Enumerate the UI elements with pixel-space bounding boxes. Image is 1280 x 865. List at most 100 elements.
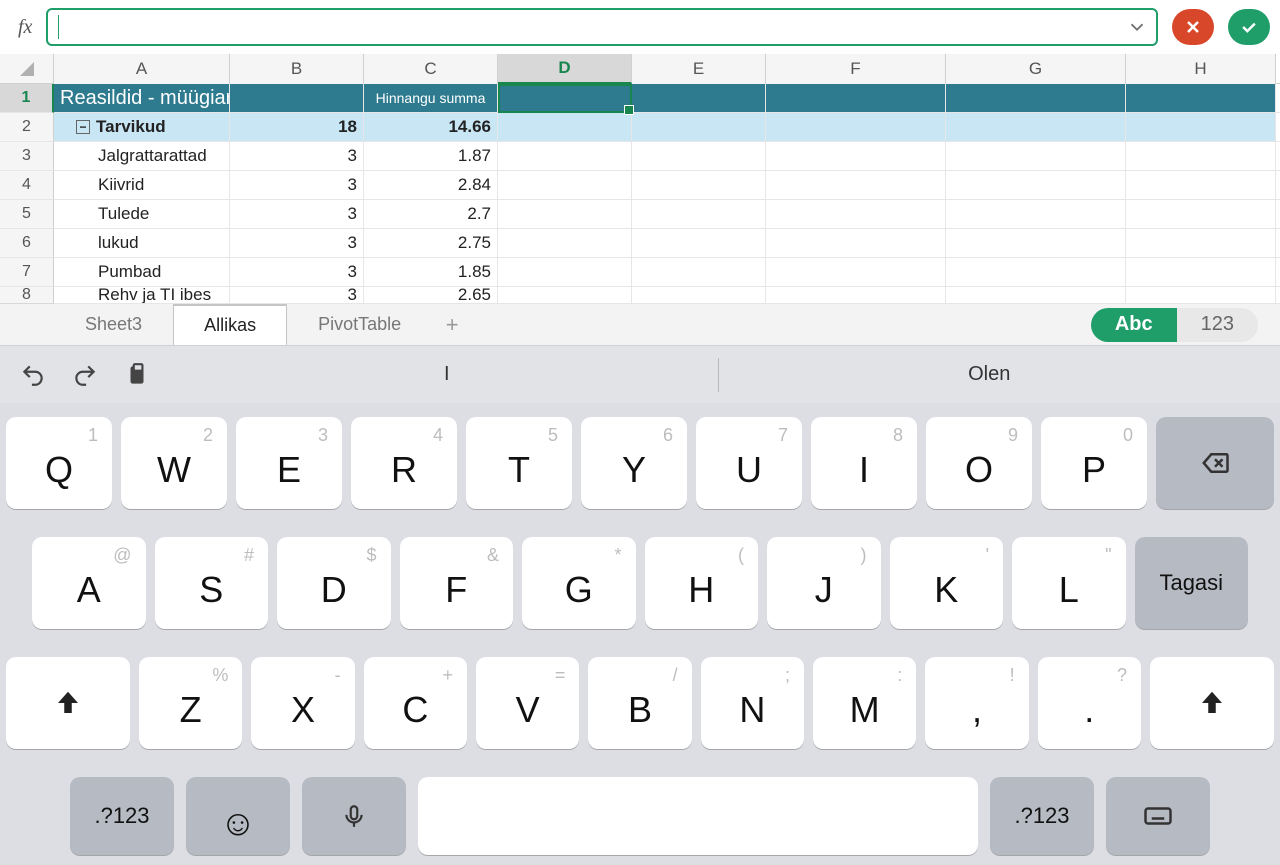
cell[interactable] <box>946 113 1126 141</box>
cell[interactable] <box>498 229 632 257</box>
cells-grid[interactable]: Reasildid - müügiarv Hinnangu summa −Tar… <box>54 84 1280 304</box>
cell[interactable] <box>632 258 766 286</box>
row-header-4[interactable]: 4 <box>0 171 54 200</box>
cell[interactable] <box>946 229 1126 257</box>
accept-button[interactable] <box>1228 9 1270 45</box>
cell[interactable] <box>766 287 946 303</box>
key-.[interactable]: ?. <box>1038 657 1141 749</box>
key-C[interactable]: +C <box>364 657 467 749</box>
col-header-H[interactable]: H <box>1126 54 1276 84</box>
key-L[interactable]: "L <box>1012 537 1126 629</box>
key-Z[interactable]: %Z <box>139 657 242 749</box>
cell[interactable] <box>946 142 1126 170</box>
cell[interactable] <box>632 287 766 303</box>
cell[interactable] <box>632 200 766 228</box>
cell[interactable] <box>632 171 766 199</box>
cancel-button[interactable] <box>1172 9 1214 45</box>
key-F[interactable]: &F <box>400 537 514 629</box>
cell[interactable]: 3 <box>230 258 364 286</box>
row-header-7[interactable]: 7 <box>0 258 54 287</box>
clipboard-icon[interactable] <box>124 362 150 388</box>
cell[interactable] <box>946 200 1126 228</box>
key-mic[interactable] <box>302 777 406 855</box>
cell[interactable] <box>1126 258 1276 286</box>
cell[interactable] <box>1126 229 1276 257</box>
col-header-B[interactable]: B <box>230 54 364 84</box>
key-E[interactable]: 3E <box>236 417 342 509</box>
select-all-corner[interactable] <box>0 54 54 83</box>
cell[interactable] <box>498 200 632 228</box>
key-symbols-right[interactable]: .?123 <box>990 777 1094 855</box>
sheet-tab[interactable]: Sheet3 <box>54 304 173 346</box>
formula-input[interactable] <box>59 17 1126 38</box>
cell[interactable] <box>498 258 632 286</box>
col-header-C[interactable]: C <box>364 54 498 84</box>
mode-abc[interactable]: Abc <box>1091 308 1177 342</box>
col-header-D[interactable]: D <box>498 54 632 84</box>
key-Y[interactable]: 6Y <box>581 417 687 509</box>
cell[interactable] <box>766 229 946 257</box>
row-header-6[interactable]: 6 <box>0 229 54 258</box>
key-Q[interactable]: 1Q <box>6 417 112 509</box>
sheet-tab[interactable]: PivotTable <box>287 304 432 346</box>
cell[interactable] <box>632 229 766 257</box>
key-R[interactable]: 4R <box>351 417 457 509</box>
cell[interactable] <box>946 171 1126 199</box>
key-V[interactable]: =V <box>476 657 579 749</box>
col-header-A[interactable]: A <box>54 54 230 84</box>
key-U[interactable]: 7U <box>696 417 802 509</box>
key-H[interactable]: (H <box>645 537 759 629</box>
row-header-5[interactable]: 5 <box>0 200 54 229</box>
input-mode-toggle[interactable]: Abc 123 <box>1091 308 1258 342</box>
cell[interactable] <box>498 287 632 303</box>
cell[interactable]: 18 <box>230 113 364 141</box>
undo-icon[interactable] <box>20 362 46 388</box>
cell[interactable] <box>1126 142 1276 170</box>
key-shift-right[interactable] <box>1150 657 1274 749</box>
key-X[interactable]: -X <box>251 657 354 749</box>
key-T[interactable]: 5T <box>466 417 572 509</box>
key-return[interactable]: Tagasi <box>1135 537 1249 629</box>
cell[interactable] <box>632 113 766 141</box>
key-,[interactable]: !, <box>925 657 1028 749</box>
col-header-E[interactable]: E <box>632 54 766 84</box>
row-header-8[interactable]: 8 <box>0 287 54 304</box>
cell[interactable] <box>1126 200 1276 228</box>
key-shift-left[interactable] <box>6 657 130 749</box>
add-sheet-button[interactable]: + <box>432 312 472 338</box>
key-W[interactable]: 2W <box>121 417 227 509</box>
cell[interactable] <box>632 142 766 170</box>
cell[interactable] <box>1126 287 1276 303</box>
cell[interactable]: 2.65 <box>364 287 498 303</box>
key-J[interactable]: )J <box>767 537 881 629</box>
key-P[interactable]: 0P <box>1041 417 1147 509</box>
row-header-3[interactable]: 3 <box>0 142 54 171</box>
cell[interactable] <box>1126 171 1276 199</box>
key-symbols-left[interactable]: .?123 <box>70 777 174 855</box>
key-N[interactable]: ;N <box>701 657 804 749</box>
cell[interactable] <box>498 171 632 199</box>
suggestion-1[interactable]: I <box>176 363 718 386</box>
cell[interactable] <box>498 113 632 141</box>
key-A[interactable]: @A <box>32 537 146 629</box>
cell[interactable]: 3 <box>230 171 364 199</box>
cell[interactable]: 1.85 <box>364 258 498 286</box>
cell[interactable] <box>1126 113 1276 141</box>
cell[interactable] <box>498 142 632 170</box>
sheet-tab[interactable]: Allikas <box>173 304 287 346</box>
key-G[interactable]: *G <box>522 537 636 629</box>
cell[interactable]: 2.7 <box>364 200 498 228</box>
suggestion-2[interactable]: Olen <box>719 363 1261 386</box>
cell[interactable]: 3 <box>230 142 364 170</box>
key-emoji[interactable]: ☺ <box>186 777 290 855</box>
key-D[interactable]: $D <box>277 537 391 629</box>
key-hide-keyboard[interactable] <box>1106 777 1210 855</box>
row-header-1[interactable]: 1 <box>0 84 54 113</box>
cell[interactable]: 2.84 <box>364 171 498 199</box>
key-K[interactable]: 'K <box>890 537 1004 629</box>
cell[interactable] <box>946 287 1126 303</box>
cell[interactable]: 1.87 <box>364 142 498 170</box>
cell[interactable]: 2.75 <box>364 229 498 257</box>
cell[interactable] <box>766 113 946 141</box>
cell[interactable] <box>946 258 1126 286</box>
